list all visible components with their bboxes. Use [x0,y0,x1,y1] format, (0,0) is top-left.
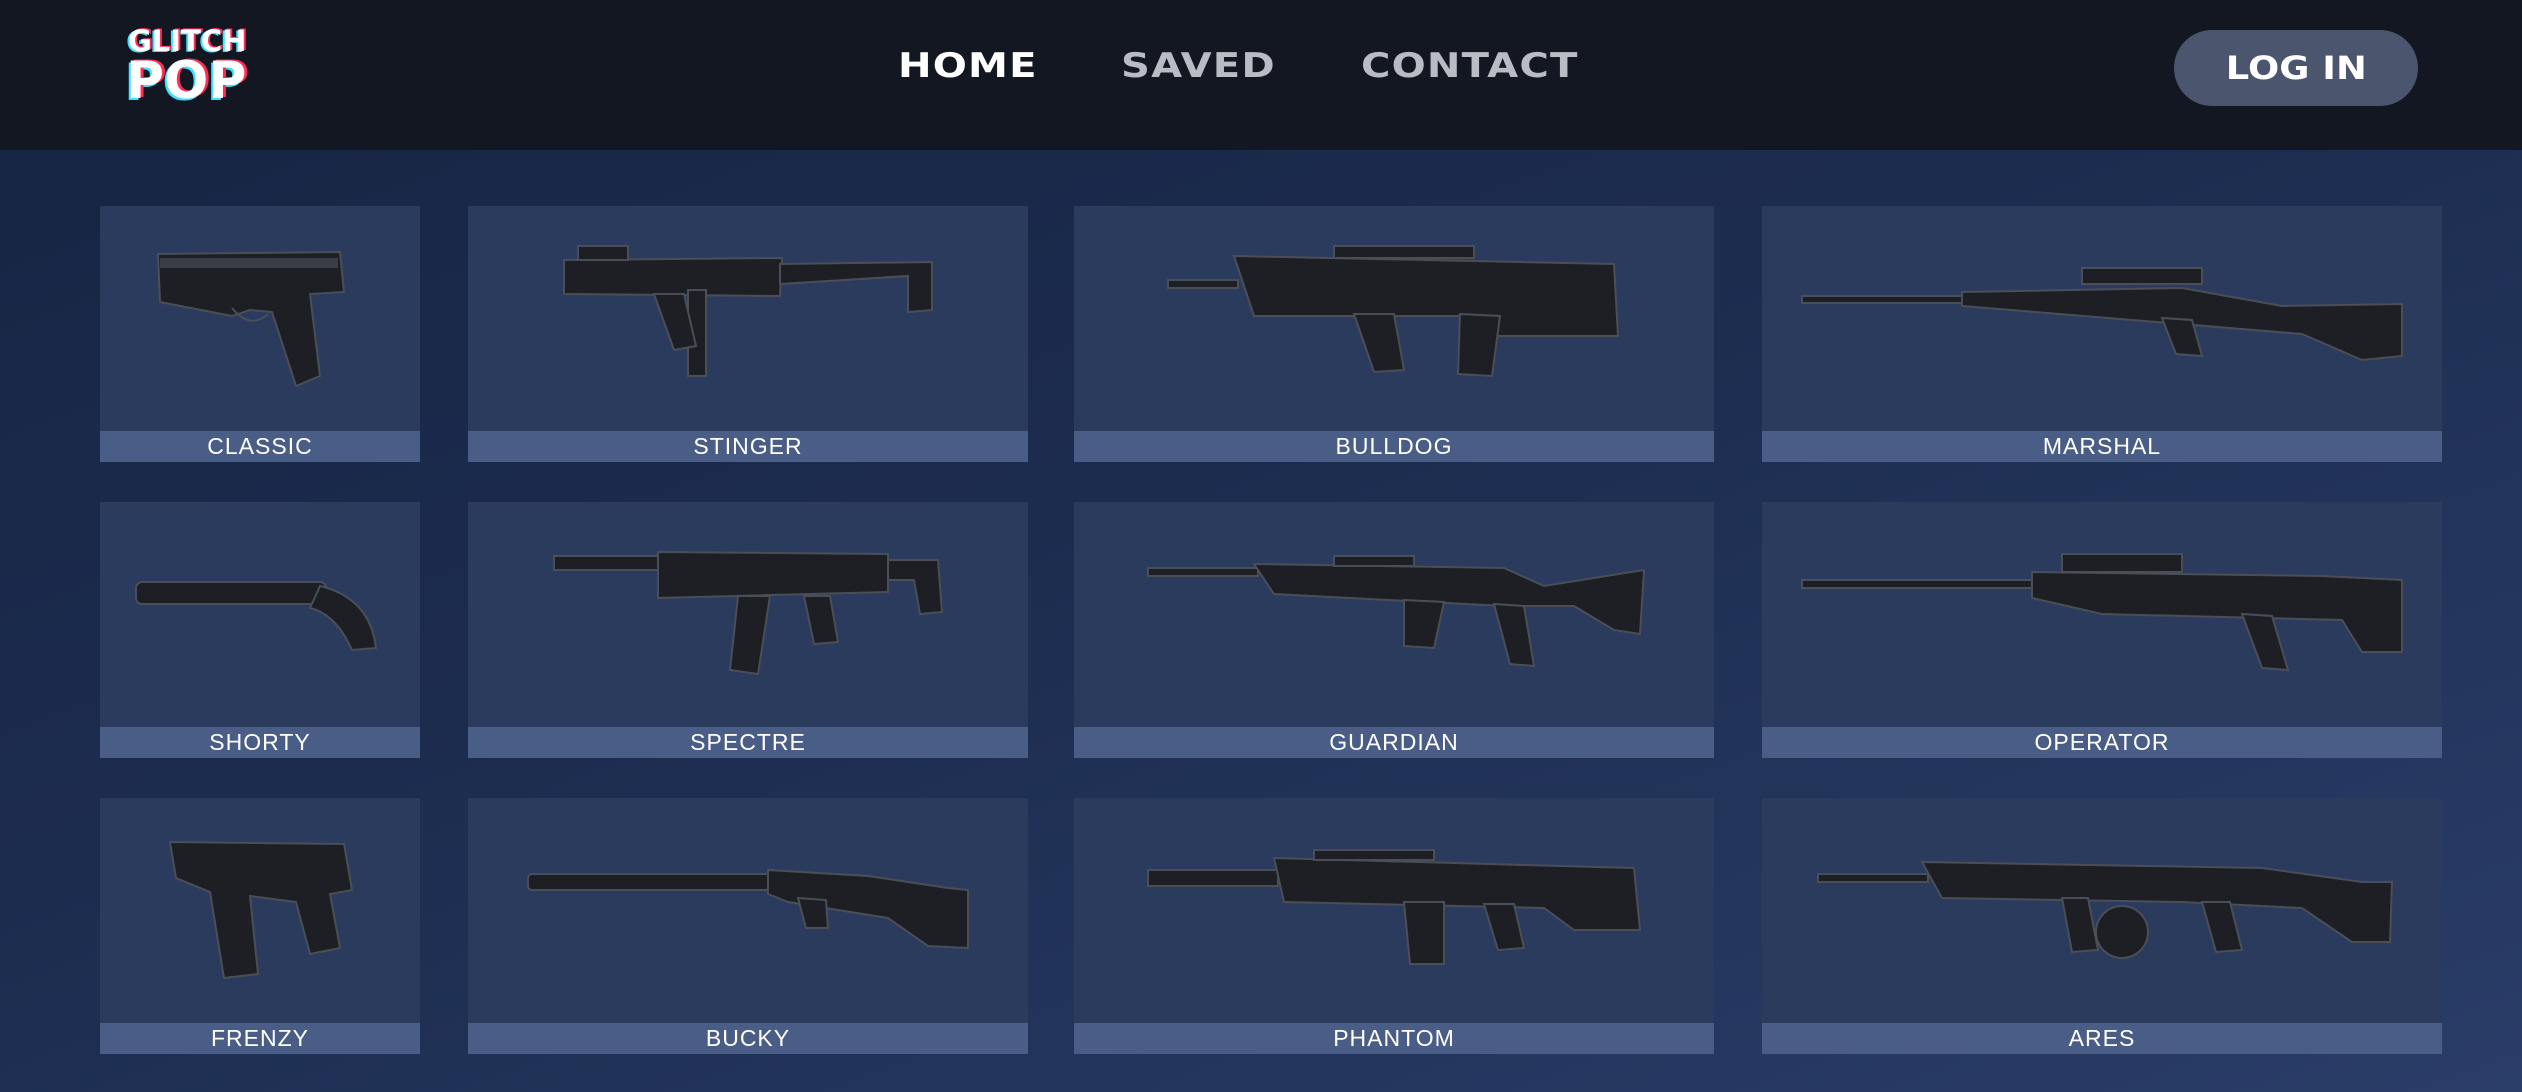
shotgun-icon [527,868,969,950]
machine-gun-icon [1817,860,2394,959]
nav-home-link[interactable]: HOME [898,46,1038,86]
weapon-card-shorty[interactable]: SHORTY [100,502,420,758]
weapon-name: ARES [1762,1023,2442,1054]
sniper-icon [1801,267,2403,362]
weapon-name: FRENZY [100,1023,420,1054]
sawed-off-shotgun-icon [135,581,378,652]
weapon-card-stinger[interactable]: STINGER [468,206,1028,462]
weapon-card-bucky[interactable]: BUCKY [468,798,1028,1054]
machine-pistol-icon [168,840,354,980]
pistol-icon [156,250,346,388]
weapon-name: BULLDOG [1074,431,1714,462]
weapon-card-spectre[interactable]: SPECTRE [468,502,1028,758]
weapon-name: GUARDIAN [1074,727,1714,758]
weapon-card-marshal[interactable]: MARSHAL [1762,206,2442,462]
weapon-name: CLASSIC [100,431,420,462]
weapon-card-classic[interactable]: CLASSIC [100,206,420,462]
weapon-name: SPECTRE [468,727,1028,758]
rifle-icon [1147,849,1642,965]
weapon-name: OPERATOR [1762,727,2442,758]
rifle-icon [1147,555,1646,668]
nav-saved-link[interactable]: SAVED [1121,46,1276,86]
nav-contact-link[interactable]: CONTACT [1361,46,1579,86]
smg-icon [563,245,933,377]
weapon-card-bulldog[interactable]: BULLDOG [1074,206,1714,462]
sniper-icon [1801,553,2403,672]
smg-icon [553,550,944,676]
weapon-name: PHANTOM [1074,1023,1714,1054]
login-button[interactable]: LOG IN [2174,30,2418,106]
main-nav: HOME SAVED CONTACT [0,0,2522,132]
weapon-card-operator[interactable]: OPERATOR [1762,502,2442,758]
weapon-name: MARSHAL [1762,431,2442,462]
weapon-card-guardian[interactable]: GUARDIAN [1074,502,1714,758]
weapon-card-phantom[interactable]: PHANTOM [1074,798,1714,1054]
top-nav-bar: GLITCH GLITCH GLITCH POP POP POP HOME SA… [0,0,2522,150]
weapon-card-ares[interactable]: ARES [1762,798,2442,1054]
weapon-card-frenzy[interactable]: FRENZY [100,798,420,1054]
weapon-name: STINGER [468,431,1028,462]
weapon-name: SHORTY [100,727,420,758]
rifle-icon [1167,245,1620,378]
weapon-name: BUCKY [468,1023,1028,1054]
